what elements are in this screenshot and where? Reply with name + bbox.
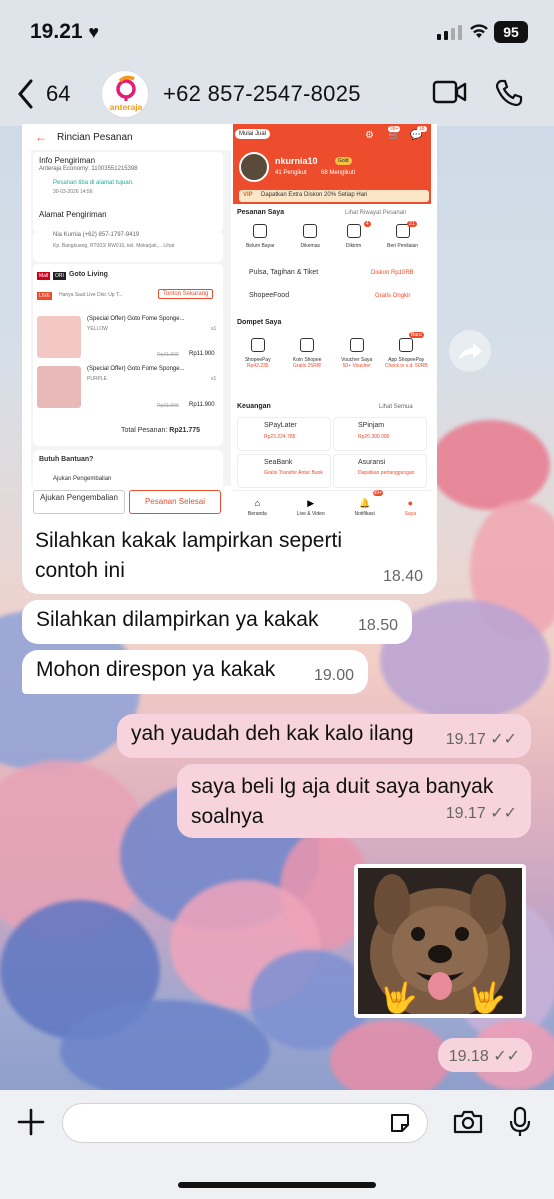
order-status-tabs: Belum Bayar Dikemas 4 Dikirim 21 Beri Peni… bbox=[245, 221, 418, 249]
order-detail-pane: ← Rincian Pesanan Info Pengiriman Antera… bbox=[31, 124, 231, 518]
svg-text:🤟: 🤟 bbox=[380, 980, 417, 1014]
sticker-icon[interactable] bbox=[388, 1111, 412, 1135]
incoming-message[interactable]: Silahkan dilampirkan ya kakak 18.50 bbox=[22, 600, 412, 644]
chat-header: 64 anteraja +62 857-2547-8025 bbox=[0, 64, 554, 126]
read-check-icon: ✓✓ bbox=[490, 731, 517, 748]
outgoing-message[interactable]: saya beli lg aja duit saya banyak soalny… bbox=[177, 764, 531, 838]
shop-name: Goto Living bbox=[69, 271, 108, 278]
camera-icon[interactable] bbox=[452, 1109, 484, 1135]
forward-button[interactable] bbox=[449, 330, 491, 372]
video-call-icon[interactable] bbox=[432, 78, 468, 106]
dog-sticker-image: 🤟 🤟 bbox=[358, 868, 522, 1020]
battery-indicator: 95 bbox=[494, 21, 528, 43]
dog-sticker[interactable]: 🤟 🤟 bbox=[354, 864, 526, 1020]
wallet-row: ShopeePay Rp42.235 Koin Shopee Gratis 25RB… bbox=[233, 338, 431, 380]
anteraja-logo-icon: anteraja bbox=[110, 75, 143, 112]
gear-icon: ⚙ bbox=[365, 130, 374, 141]
cellular-signal-icon bbox=[437, 25, 462, 40]
microphone-icon[interactable] bbox=[508, 1106, 532, 1138]
order-screenshot[interactable]: ← Rincian Pesanan Info Pengiriman Antera… bbox=[31, 124, 431, 518]
wifi-icon bbox=[470, 24, 488, 38]
help-card: Butuh Bantuan? Ajukan Pengembalian bbox=[33, 450, 223, 490]
message-input[interactable] bbox=[62, 1103, 428, 1143]
outgoing-message[interactable]: yah yaudah deh kak kalo ilang 19.17 ✓✓ bbox=[117, 714, 531, 758]
profile-avatar bbox=[239, 152, 269, 182]
product-thumb bbox=[37, 316, 81, 358]
image-message[interactable]: ← Rincian Pesanan Info Pengiriman Antera… bbox=[22, 124, 437, 594]
product-thumb bbox=[37, 366, 81, 408]
svg-text:🤟: 🤟 bbox=[468, 980, 505, 1014]
image-caption: Silahkan kakak lampirkan seperti contoh … bbox=[35, 529, 342, 582]
profile-header: Mulai Jual ⚙ 🛒 99+ 💬 18 nkurnia10 Gold 4… bbox=[233, 124, 431, 204]
svg-text:anteraja: anteraja bbox=[110, 102, 143, 112]
product-card: Mall ORI Goto Living LIVE Hanya Saat Liv… bbox=[33, 264, 223, 446]
shipping-info-card: Info Pengiriman Anteraja Economy: 110035… bbox=[33, 152, 223, 232]
back-arrow-icon: ← bbox=[35, 130, 47, 144]
address-card: Nia Kurnia (+62) 857-1797-9419 Kp. Bangk… bbox=[33, 232, 223, 262]
forward-arrow-icon bbox=[459, 343, 482, 360]
incoming-message[interactable]: Mohon direspon ya kakak 19.00 bbox=[22, 650, 368, 694]
status-bar: 19.21 ♥ 95 bbox=[0, 0, 554, 64]
sticker-timestamp: 19.18 ✓✓ bbox=[438, 1038, 532, 1072]
contact-name[interactable]: +62 857-2547-8025 bbox=[163, 81, 361, 107]
read-check-icon: ✓✓ bbox=[490, 805, 517, 822]
shopee-bottom-nav: ⌂ Beranda ▶ Live & Video 🔔 99+ Notifikasi ● S… bbox=[233, 490, 431, 518]
message-time: 18.40 bbox=[382, 568, 423, 585]
contact-avatar[interactable]: anteraja bbox=[101, 70, 149, 118]
shopee-profile-pane: Mulai Jual ⚙ 🛒 99+ 💬 18 nkurnia10 Gold 4… bbox=[233, 124, 431, 518]
home-indicator bbox=[178, 1182, 376, 1188]
unread-count[interactable]: 64 bbox=[46, 81, 70, 107]
back-chevron-icon[interactable] bbox=[16, 78, 36, 110]
clock: 19.21 ♥ bbox=[30, 20, 100, 43]
read-check-icon: ✓✓ bbox=[493, 1048, 520, 1065]
order-detail-title: Rincian Pesanan bbox=[57, 132, 133, 143]
plus-icon[interactable] bbox=[16, 1107, 46, 1137]
order-actions: Ajukan Pengembalian Pesanan Selesai bbox=[31, 486, 231, 518]
phone-call-icon[interactable] bbox=[494, 78, 524, 108]
